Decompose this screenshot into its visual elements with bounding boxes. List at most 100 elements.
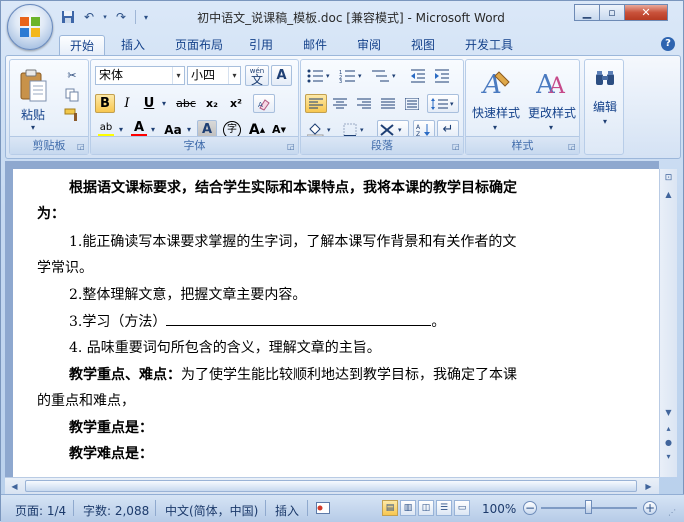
- undo-icon[interactable]: ↶: [80, 8, 98, 26]
- format-painter-icon[interactable]: [62, 106, 82, 124]
- print-layout-view-icon[interactable]: ▤: [382, 500, 398, 516]
- status-separator: [155, 500, 156, 516]
- char-border-label: A: [276, 68, 287, 83]
- phonetic-guide-button[interactable]: wén 文: [245, 65, 269, 86]
- zoom-level[interactable]: 100%: [482, 502, 516, 516]
- paragraph-launcher-icon[interactable]: ◲: [452, 142, 461, 151]
- bullets-icon[interactable]: ▾: [305, 66, 335, 85]
- outline-view-icon[interactable]: ☰: [436, 500, 452, 516]
- draft-view-icon[interactable]: ▭: [454, 500, 470, 516]
- change-styles-icon[interactable]: AA: [534, 66, 570, 100]
- justify-icon[interactable]: [377, 94, 399, 113]
- office-button[interactable]: [7, 4, 53, 50]
- underline-dropdown-icon[interactable]: ▾: [159, 94, 169, 113]
- web-layout-view-icon[interactable]: ◫: [418, 500, 434, 516]
- office-logo-icon: [20, 17, 40, 37]
- status-separator: [265, 500, 266, 516]
- font-size-combo[interactable]: 小四 ▾: [187, 66, 241, 85]
- paste-dropdown-icon[interactable]: ▾: [26, 122, 40, 132]
- tab-review[interactable]: 审阅: [349, 35, 389, 55]
- select-browse-object-icon[interactable]: ●: [661, 435, 676, 450]
- zoom-slider-thumb[interactable]: [585, 500, 592, 514]
- cut-icon[interactable]: ✂: [62, 66, 82, 84]
- horizontal-scrollbar[interactable]: ◀ ▶: [5, 477, 659, 494]
- font-name-dropdown-icon[interactable]: ▾: [172, 67, 184, 84]
- align-left-icon[interactable]: [305, 94, 327, 113]
- insert-mode-indicator[interactable]: 插入: [275, 502, 299, 519]
- word-count[interactable]: 字数: 2,088: [83, 502, 149, 519]
- clipboard-group: 粘贴 ▾ ✂ 剪贴板 ◲: [9, 59, 89, 155]
- clear-formatting-icon[interactable]: A: [253, 94, 275, 113]
- maximize-button[interactable]: ▫: [599, 4, 625, 21]
- document-page[interactable]: 根据语文课标要求，结合学生实际和本课特点，我将本课的教学目标确定 为： 1.能正…: [13, 169, 659, 477]
- window-controls: ▁ ▫ ✕: [574, 4, 668, 21]
- page-count[interactable]: 页面: 1/4: [15, 502, 66, 519]
- key-points-text: 为了使学生能比较顺利地达到教学目标，我确定了本课: [181, 367, 517, 383]
- font-name-combo[interactable]: 宋体 ▾: [95, 66, 185, 85]
- character-border-button[interactable]: A: [271, 65, 292, 86]
- tab-mailings[interactable]: 邮件: [295, 35, 335, 55]
- bold-button[interactable]: B: [95, 94, 115, 113]
- styles-launcher-icon[interactable]: ◲: [568, 142, 577, 151]
- align-center-icon[interactable]: [329, 94, 351, 113]
- font-size-dropdown-icon[interactable]: ▾: [228, 67, 240, 84]
- editing-group[interactable]: 编辑 ▾: [584, 59, 624, 155]
- svg-text:A: A: [258, 101, 263, 109]
- align-right-icon[interactable]: [353, 94, 375, 113]
- close-button[interactable]: ✕: [624, 4, 668, 21]
- change-styles-dropdown-icon[interactable]: ▾: [544, 122, 558, 132]
- quick-styles-label[interactable]: 快速样式: [468, 104, 524, 121]
- macro-recording-icon[interactable]: [315, 501, 331, 515]
- italic-button[interactable]: I: [117, 94, 137, 113]
- distributed-icon[interactable]: [401, 94, 423, 113]
- resize-grip-icon[interactable]: ⋰: [665, 505, 679, 519]
- scroll-up-icon[interactable]: ▲: [661, 187, 676, 202]
- minimize-button[interactable]: ▁: [574, 4, 600, 21]
- vertical-scrollbar[interactable]: ⊡ ▲ ▼ ▴ ● ▾: [659, 169, 677, 477]
- strikethrough-button[interactable]: abc: [173, 94, 199, 113]
- help-icon[interactable]: ?: [661, 37, 675, 51]
- quick-styles-icon[interactable]: A: [478, 66, 514, 100]
- key-points-heading: 教学重点、难点：: [69, 367, 181, 383]
- change-styles-label[interactable]: 更改样式: [524, 104, 580, 121]
- ruler-toggle-icon[interactable]: ⊡: [661, 171, 676, 186]
- tab-view[interactable]: 视图: [403, 35, 443, 55]
- copy-icon[interactable]: [62, 86, 82, 104]
- font-launcher-icon[interactable]: ◲: [287, 142, 296, 151]
- undo-dropdown-icon[interactable]: ▾: [101, 8, 109, 26]
- quick-access-toolbar: ↶ ▾ ↷ ▾: [59, 8, 151, 26]
- window-title: 初中语文_说课稿_模板.doc [兼容模式] - Microsoft Word: [197, 11, 505, 25]
- multilevel-list-icon[interactable]: ▾: [369, 66, 401, 85]
- scroll-down-icon[interactable]: ▼: [661, 405, 676, 420]
- save-icon[interactable]: [59, 8, 77, 26]
- clipboard-launcher-icon[interactable]: ◲: [77, 142, 86, 151]
- scroll-left-icon[interactable]: ◀: [7, 479, 22, 494]
- full-screen-reading-view-icon[interactable]: ▥: [400, 500, 416, 516]
- subscript-button[interactable]: x₂: [201, 94, 223, 113]
- horizontal-scroll-thumb[interactable]: [25, 480, 637, 492]
- tab-page-layout[interactable]: 页面布局: [167, 35, 231, 55]
- numbering-icon[interactable]: 1 2 3 ▾: [337, 66, 367, 85]
- tab-developer[interactable]: 开发工具: [457, 35, 521, 55]
- increase-indent-icon[interactable]: [431, 66, 453, 85]
- scroll-right-icon[interactable]: ▶: [641, 479, 656, 494]
- next-page-icon[interactable]: ▾: [661, 449, 676, 464]
- zoom-out-icon[interactable]: −: [523, 501, 537, 515]
- paste-button-label[interactable]: 粘贴: [16, 106, 50, 123]
- zoom-in-icon[interactable]: +: [643, 501, 657, 515]
- quick-styles-dropdown-icon[interactable]: ▾: [488, 122, 502, 132]
- font-group-label: 字体: [91, 136, 298, 154]
- tab-insert[interactable]: 插入: [113, 35, 153, 55]
- redo-icon[interactable]: ↷: [112, 8, 130, 26]
- superscript-button[interactable]: x²: [225, 94, 247, 113]
- decrease-indent-icon[interactable]: [407, 66, 429, 85]
- underline-button[interactable]: U: [139, 94, 159, 113]
- language-indicator[interactable]: 中文(简体，中国): [165, 502, 258, 519]
- tab-home[interactable]: 开始: [59, 35, 105, 55]
- line-spacing-icon[interactable]: ▾: [427, 94, 459, 113]
- paste-icon[interactable]: [16, 66, 50, 106]
- tab-references[interactable]: 引用: [241, 35, 281, 55]
- previous-page-icon[interactable]: ▴: [661, 421, 676, 436]
- status-bar: 页面: 1/4 字数: 2,088 中文(简体，中国) 插入 ▤ ▥ ◫ ☰ ▭…: [1, 494, 684, 522]
- customize-qat-icon[interactable]: ▾: [141, 8, 151, 26]
